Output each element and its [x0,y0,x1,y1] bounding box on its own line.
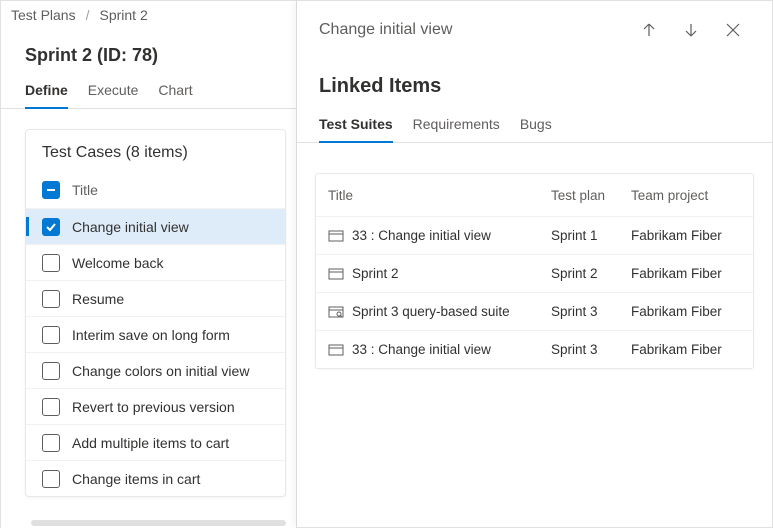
cell-title: Sprint 2 [352,266,399,281]
breadcrumb-root[interactable]: Test Plans [11,7,76,23]
cell-project: Fabrikam Fiber [631,304,741,319]
main-panel: Test Plans / Sprint 2 Sprint 2 (ID: 78) … [0,0,297,528]
test-cases-card: Test Cases (8 items) Title Change initia… [25,129,286,497]
row-checkbox[interactable] [42,254,60,272]
details-panel: Change initial view Linked Items Test Su… [297,0,773,528]
list-item[interactable]: Welcome back [26,244,285,280]
list-item-title: Resume [72,291,124,307]
tab-define[interactable]: Define [25,76,68,108]
row-checkbox[interactable] [42,362,60,380]
table-row[interactable]: 33 : Change initial view Sprint 3 Fabrik… [316,330,753,368]
cell-title: 33 : Change initial view [352,342,491,357]
list-item[interactable]: Revert to previous version [26,388,285,424]
linked-items-tabs: Test Suites Requirements Bugs [297,110,772,143]
tab-requirements[interactable]: Requirements [413,110,500,142]
suite-static-icon [328,228,344,244]
linked-items-table: Title Test plan Team project 33 : Change… [315,173,754,369]
test-cases-column-header: Title [26,172,285,208]
cell-plan: Sprint 1 [551,228,631,243]
tab-execute[interactable]: Execute [88,76,139,108]
page-title: Sprint 2 (ID: 78) [1,29,296,76]
list-item-title: Change items in cart [72,471,200,487]
col-header-title[interactable]: Title [328,188,551,203]
list-item-title: Add multiple items to cart [72,435,229,451]
breadcrumb-separator: / [86,7,90,23]
suite-static-icon [328,342,344,358]
row-checkbox[interactable] [42,398,60,416]
row-checkbox[interactable] [42,290,60,308]
list-item-title: Welcome back [72,255,164,271]
table-row[interactable]: Sprint 2 Sprint 2 Fabrikam Fiber [316,254,753,292]
list-item[interactable]: Resume [26,280,285,316]
suite-query-icon [328,304,344,320]
table-row[interactable]: 33 : Change initial view Sprint 1 Fabrik… [316,216,753,254]
table-row[interactable]: Sprint 3 query-based suite Sprint 3 Fabr… [316,292,753,330]
list-item[interactable]: Change initial view [26,208,285,244]
column-title-label: Title [72,182,98,198]
col-header-project[interactable]: Team project [631,188,741,203]
cell-project: Fabrikam Fiber [631,228,741,243]
row-checkbox[interactable] [42,218,60,236]
cell-project: Fabrikam Fiber [631,266,741,281]
suite-static-icon [328,266,344,282]
previous-item-button[interactable] [632,13,666,47]
select-all-checkbox[interactable] [42,181,60,199]
list-item[interactable]: Interim save on long form [26,316,285,352]
tab-chart[interactable]: Chart [158,76,192,108]
list-item-title: Revert to previous version [72,399,235,415]
breadcrumb-current[interactable]: Sprint 2 [99,7,147,23]
list-item[interactable]: Add multiple items to cart [26,424,285,460]
col-header-plan[interactable]: Test plan [551,188,631,203]
table-header-row: Title Test plan Team project [316,174,753,216]
cell-title: 33 : Change initial view [352,228,491,243]
test-cases-header: Test Cases (8 items) [26,130,285,172]
list-item[interactable]: Change colors on initial view [26,352,285,388]
horizontal-scrollbar[interactable] [31,520,286,526]
cell-title: Sprint 3 query-based suite [352,304,510,319]
tab-test-suites[interactable]: Test Suites [319,110,393,142]
row-checkbox[interactable] [42,434,60,452]
cell-plan: Sprint 3 [551,342,631,357]
list-item-title: Interim save on long form [72,327,230,343]
details-title: Change initial view [319,21,624,39]
row-checkbox[interactable] [42,326,60,344]
arrow-down-icon [683,22,699,38]
breadcrumb: Test Plans / Sprint 2 [1,1,296,29]
close-icon [725,22,741,38]
cell-plan: Sprint 2 [551,266,631,281]
main-tabs: Define Execute Chart [1,76,296,109]
list-item-title: Change colors on initial view [72,363,249,379]
tab-bugs[interactable]: Bugs [520,110,552,142]
next-item-button[interactable] [674,13,708,47]
row-checkbox[interactable] [42,470,60,488]
close-button[interactable] [716,13,750,47]
details-header: Change initial view [297,1,772,47]
cell-plan: Sprint 3 [551,304,631,319]
list-item-title: Change initial view [72,219,189,235]
list-item[interactable]: Change items in cart [26,460,285,496]
arrow-up-icon [641,22,657,38]
cell-project: Fabrikam Fiber [631,342,741,357]
linked-items-title: Linked Items [297,47,772,110]
